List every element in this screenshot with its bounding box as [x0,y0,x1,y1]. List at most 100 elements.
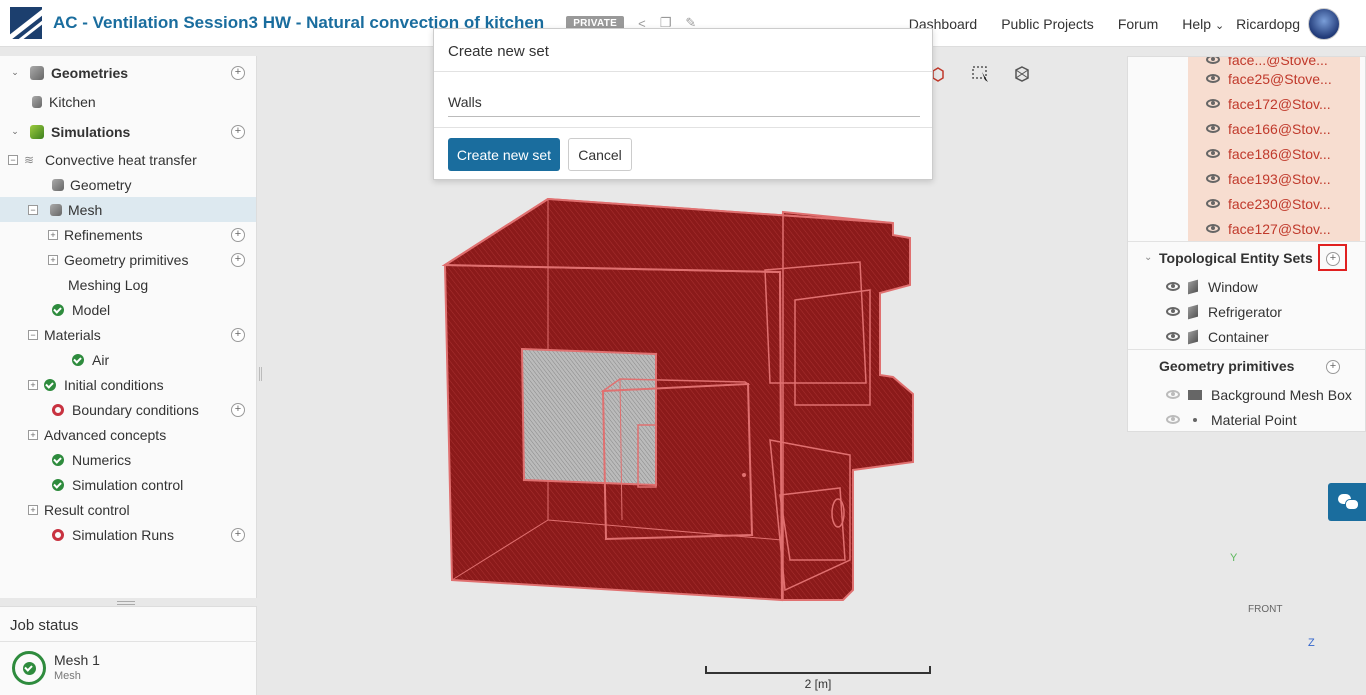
topological-sets-header: Topological Entity Sets [1159,250,1313,266]
tree-label: Geometry primitives [64,251,189,268]
face-item[interactable]: face172@Stov... [1206,91,1331,116]
tree-item-advanced-concepts[interactable]: + Advanced concepts [28,422,166,447]
tree-label: Simulations [51,123,131,140]
eye-icon[interactable] [1206,99,1220,108]
face-set-icon [1188,279,1198,294]
eye-icon[interactable] [1166,415,1180,424]
face-label: face186@Stov... [1228,145,1331,162]
tree-item-geometry-primitives[interactable]: + Geometry primitives [48,247,188,272]
add-simulation-button[interactable]: + [231,125,245,139]
eye-icon[interactable] [1206,74,1220,83]
tree-item-refinements[interactable]: + Refinements [48,222,143,247]
error-icon [52,528,64,541]
add-material-button[interactable]: + [231,328,245,342]
kitchen-mesh[interactable] [441,197,914,602]
add-refinement-button[interactable]: + [231,228,245,242]
tree-item-simulations[interactable]: ⌄ Simulations [10,119,130,144]
cancel-button[interactable]: Cancel [568,138,632,171]
mesh-display-icon[interactable] [1015,66,1029,82]
tree-label: Simulation control [72,476,184,493]
tree-item-convective-heat-transfer[interactable]: − ≋ Convective heat transfer [8,147,197,172]
expand-toggle[interactable]: + [28,504,38,515]
entity-set-label: Container [1208,328,1269,345]
box-select-icon[interactable] [972,66,988,82]
tree-item-boundary-conditions[interactable]: Boundary conditions [52,397,199,422]
add-geometry-primitive-button[interactable]: + [1326,360,1340,374]
simscale-logo[interactable] [10,7,42,39]
collapse-toggle[interactable]: ⌄ [10,67,20,78]
add-geometry-button[interactable]: + [231,66,245,80]
primitive-label: Background Mesh Box [1211,386,1352,403]
eye-icon[interactable] [1166,307,1180,316]
check-icon [44,378,56,391]
job-status-title: Job status [10,617,79,634]
face-item[interactable]: face166@Stov... [1206,116,1331,141]
tree-item-result-control[interactable]: + Result control [28,497,130,522]
eye-icon[interactable] [1206,199,1220,208]
job-status-panel: Job status Mesh 1 Mesh [0,606,257,695]
chat-icon[interactable] [1328,483,1366,521]
tree-item-materials[interactable]: − Materials [28,322,101,347]
collapse-toggle[interactable]: − [8,154,18,165]
eye-icon[interactable] [1166,332,1180,341]
tree-label: Advanced concepts [44,426,167,443]
panel-grip[interactable] [117,601,135,605]
tree-label: Boundary conditions [72,401,199,418]
collapse-toggle[interactable]: − [28,204,38,215]
eye-icon[interactable] [1166,390,1180,399]
expand-toggle[interactable]: + [28,429,38,440]
collapse-toggle[interactable]: ⌄ [10,126,20,137]
eye-icon[interactable] [1206,174,1220,183]
tree-item-model[interactable]: Model [52,297,110,322]
user-name[interactable]: Ricardopg [1236,16,1300,32]
simulation-icon [30,124,44,139]
tree-item-simulation-runs[interactable]: Simulation Runs [52,522,174,547]
add-run-button[interactable]: + [231,528,245,542]
collapse-toggle[interactable]: − [28,329,38,340]
job-type: Mesh [54,670,81,682]
nav-public-projects[interactable]: Public Projects [1001,16,1094,32]
face-item[interactable]: face193@Stov... [1206,166,1331,191]
face-item[interactable]: face25@Stove... [1206,66,1332,91]
nav-help[interactable]: Help ⌄ [1182,16,1224,32]
tree-item-simulation-control[interactable]: Simulation control [52,472,183,497]
primitive-background-mesh-box[interactable]: Background Mesh Box [1166,382,1352,407]
eye-icon[interactable] [1206,57,1220,64]
collapse-caret-icon[interactable]: ⌄ [1144,252,1152,263]
nav-forum[interactable]: Forum [1118,16,1158,32]
add-primitive-button[interactable]: + [231,253,245,267]
tree-item-geometries[interactable]: ⌄ Geometries [10,60,128,85]
tree-item-kitchen[interactable]: Kitchen [32,89,96,114]
set-name-input[interactable] [448,87,920,117]
tree-item-meshing-log[interactable]: Meshing Log [68,272,148,297]
eye-icon[interactable] [1206,224,1220,233]
tree-label: Result control [44,501,130,518]
tree-item-initial-conditions[interactable]: + Initial conditions [28,372,164,397]
tree-item-mesh[interactable]: − Mesh [0,197,256,222]
add-boundary-condition-button[interactable]: + [231,403,245,417]
eye-icon[interactable] [1166,282,1180,291]
entity-set-refrigerator[interactable]: Refrigerator [1166,299,1282,324]
expand-toggle[interactable]: + [28,379,38,390]
primitive-material-point[interactable]: Material Point [1166,407,1297,431]
face-item[interactable]: face127@Stov... [1206,216,1331,241]
divider [434,71,932,72]
job-name[interactable]: Mesh 1 [54,652,100,668]
eye-icon[interactable] [1206,149,1220,158]
expand-toggle[interactable]: + [48,254,58,265]
eye-icon[interactable] [1206,124,1220,133]
face-item[interactable]: face186@Stov... [1206,141,1331,166]
entity-set-window[interactable]: Window [1166,274,1258,299]
expand-toggle[interactable]: + [48,229,58,240]
tree-label: Convective heat transfer [45,151,197,168]
avatar[interactable] [1308,7,1340,40]
tree-item-numerics[interactable]: Numerics [52,447,131,472]
create-set-button[interactable]: Create new set [448,138,560,171]
face-item[interactable]: face230@Stov... [1206,191,1331,216]
tree-item-geometry[interactable]: Geometry [52,172,131,197]
tree-item-air[interactable]: Air [72,347,109,372]
cube-view-icon[interactable] [932,67,944,82]
entity-set-container[interactable]: Container [1166,324,1269,349]
tree-label: Simulation Runs [72,526,174,543]
primitive-label: Material Point [1211,411,1297,428]
